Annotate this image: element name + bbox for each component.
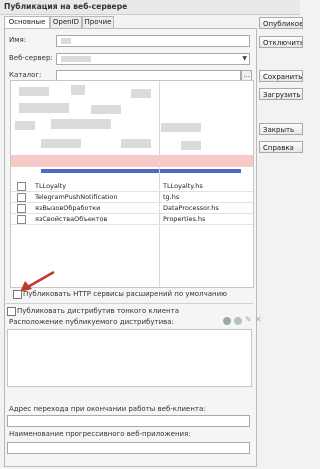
highlight-band bbox=[11, 155, 253, 167]
tab-other[interactable]: Прочие bbox=[82, 16, 114, 28]
row-checkbox[interactable] bbox=[17, 193, 26, 202]
publish-thin-client-label: Публиковать дистрибутив тонкого клиента bbox=[17, 307, 179, 315]
publish-http-ext-label: Публиковать HTTP сервисы расширений по у… bbox=[23, 290, 228, 298]
close-button[interactable]: Закрыть bbox=[259, 123, 303, 135]
redacted-text bbox=[61, 38, 71, 44]
redacted-text bbox=[61, 56, 91, 62]
add-icon[interactable] bbox=[223, 317, 231, 325]
window-title: Публикация на веб-сервере bbox=[4, 2, 128, 11]
row-checkbox[interactable] bbox=[17, 204, 26, 213]
exit-url-label: Адрес перехода при окончании работы веб-… bbox=[9, 405, 206, 413]
row-checkbox[interactable] bbox=[17, 215, 26, 224]
copy-icon[interactable] bbox=[234, 317, 242, 325]
webserver-select[interactable]: ▼ bbox=[56, 53, 250, 65]
unpublish-button[interactable]: Отключить bbox=[259, 36, 303, 48]
exit-url-input[interactable] bbox=[7, 415, 250, 427]
edit-icon[interactable]: ✎ bbox=[245, 315, 252, 324]
pwa-name-input[interactable] bbox=[7, 442, 250, 454]
table-row[interactable]: TLLoyalty TLLoyalty.hs bbox=[11, 181, 253, 192]
webserver-label: Веб-сервер: bbox=[9, 54, 53, 62]
delete-icon[interactable]: ✕ bbox=[255, 315, 262, 324]
divider bbox=[6, 303, 253, 304]
publish-http-ext-checkbox[interactable] bbox=[13, 290, 22, 299]
name-input[interactable] bbox=[56, 35, 250, 47]
row-checkbox[interactable] bbox=[17, 182, 26, 191]
help-button[interactable]: Справка bbox=[259, 141, 303, 153]
distribution-location-label: Расположение публикуемого дистрибутива: bbox=[9, 318, 174, 326]
name-label: Имя: bbox=[9, 36, 27, 44]
table-row[interactable]: язСвойстваОбъектов Properties.hs bbox=[11, 214, 253, 225]
table-row[interactable]: язВызовОбработки DataProcessor.hs bbox=[11, 203, 253, 214]
load-button[interactable]: Загрузить bbox=[259, 88, 303, 100]
pwa-name-label: Наименование прогрессивного веб-приложен… bbox=[9, 430, 191, 438]
table-row[interactable]: TelegramPushNotification tg.hs bbox=[11, 192, 253, 203]
publish-thin-client-checkbox[interactable] bbox=[7, 307, 16, 316]
publish-button[interactable]: Опубликовать bbox=[259, 17, 303, 29]
tab-openid[interactable]: OpenID bbox=[50, 16, 82, 28]
title-bar: Публикация на веб-сервере bbox=[0, 0, 300, 15]
save-button[interactable]: Сохранить bbox=[259, 70, 303, 82]
http-services-table: TLLoyalty TLLoyalty.hs TelegramPushNotif… bbox=[10, 80, 254, 288]
chevron-down-icon: ▼ bbox=[242, 55, 247, 62]
selection-bar bbox=[41, 169, 241, 173]
distribution-list[interactable] bbox=[7, 329, 252, 387]
catalog-label: Каталог: bbox=[9, 71, 42, 79]
